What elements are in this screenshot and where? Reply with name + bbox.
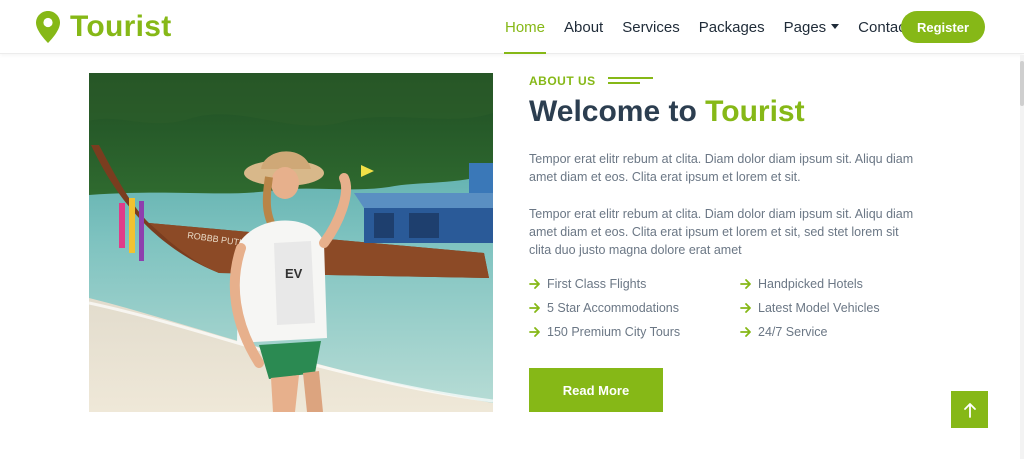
back-to-top-button[interactable] (951, 391, 988, 428)
feature-item: Latest Model Vehicles (740, 301, 880, 315)
nav-about-label: About (564, 18, 604, 36)
brand-logo[interactable]: Tourist (36, 9, 172, 45)
nav-packages-label: Packages (698, 18, 765, 36)
about-paragraph-1: Tempor erat elitr rebum at clita. Diam d… (529, 152, 914, 184)
nav-services-label: Services (622, 18, 680, 36)
nav-home-label: Home (505, 18, 546, 36)
scrollbar-thumb[interactable] (1020, 61, 1024, 106)
nav-pages-dropdown[interactable]: Pages (784, 0, 840, 54)
feature-label: 150 Premium City Tours (547, 325, 681, 339)
read-more-button[interactable]: Read More (529, 368, 663, 412)
map-marker-icon (36, 11, 60, 43)
arrow-right-icon (740, 303, 751, 313)
arrow-right-icon (740, 327, 751, 337)
section-label-text: ABOUT US (529, 74, 596, 88)
feature-label: 24/7 Service (758, 325, 828, 339)
feature-label: 5 Star Accommodations (547, 301, 680, 315)
feature-item: 150 Premium City Tours (529, 325, 680, 339)
feature-item: Handpicked Hotels (740, 277, 863, 291)
nav-packages[interactable]: Packages (699, 0, 765, 54)
main-nav: Home About Services Packages Pages Conta… (503, 0, 929, 54)
nav-services[interactable]: Services (622, 0, 680, 54)
arrow-up-icon (963, 402, 976, 418)
nav-about[interactable]: About (564, 0, 603, 54)
feature-item: 24/7 Service (740, 325, 827, 339)
feature-label: First Class Flights (547, 277, 647, 291)
about-title-accent: Tourist (705, 95, 805, 128)
arrow-right-icon (740, 279, 751, 289)
feature-label: Handpicked Hotels (758, 277, 863, 291)
nav-home[interactable]: Home (503, 0, 547, 54)
about-title-prefix: Welcome to (529, 95, 697, 128)
navbar: Tourist Home About Services Packages Pag… (0, 0, 1024, 54)
section-label-rule (607, 77, 653, 85)
brand-name: Tourist (70, 10, 172, 43)
about-image: ROBBB PUTHI EV (89, 73, 493, 412)
feature-item: First Class Flights (529, 277, 646, 291)
feature-label: Latest Model Vehicles (758, 301, 880, 315)
svg-text:EV: EV (285, 266, 303, 281)
arrow-right-icon (529, 327, 540, 337)
feature-item: 5 Star Accommodations (529, 301, 679, 315)
nav-pages-label: Pages (783, 18, 827, 36)
page-scrollbar[interactable] (1020, 55, 1024, 459)
about-title: Welcome to Tourist (529, 95, 805, 129)
arrow-right-icon (529, 303, 540, 313)
caret-down-icon (831, 23, 840, 29)
about-paragraph-2: Tempor erat elitr rebum at clita. Diam d… (529, 207, 914, 257)
arrow-right-icon (529, 279, 540, 289)
register-button[interactable]: Register (901, 11, 985, 43)
beach-photo-illustration: ROBBB PUTHI EV (89, 73, 493, 412)
section-label: ABOUT US (529, 73, 653, 89)
